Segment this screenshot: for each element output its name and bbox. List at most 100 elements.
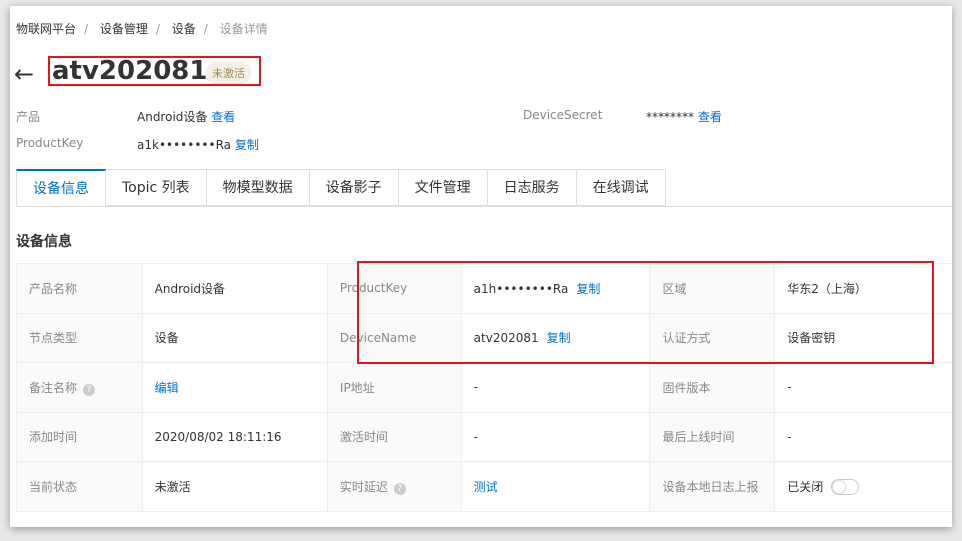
field-value-text: - <box>787 429 792 444</box>
field-label: 实时延迟? <box>326 461 462 512</box>
field-label-text: 最后上线时间 <box>662 430 735 445</box>
field-value: 设备 <box>141 312 328 363</box>
field-value: 测试 <box>460 461 651 512</box>
field-value: 设备密钥 <box>774 312 952 363</box>
table-row: 添加时间 2020/08/02 18:11:16 激活时间 - 最后上线时间 - <box>16 411 952 462</box>
field-label-text: 认证方式 <box>662 331 711 346</box>
field-value: atv202081 复制 <box>460 312 651 363</box>
field-label-text: 当前状态 <box>29 479 78 494</box>
devicesecret-label: DeviceSecret <box>523 108 603 122</box>
field-value-text: - <box>787 380 792 395</box>
tab-file-management[interactable]: 文件管理 <box>398 169 488 206</box>
field-value-text: atv202081 <box>473 331 539 346</box>
field-label: 最后上线时间 <box>649 411 776 462</box>
tab-topic-list[interactable]: Topic 列表 <box>106 169 207 206</box>
field-value: - <box>460 411 651 462</box>
section-title: 设备信息 <box>16 234 72 250</box>
tab-device-info[interactable]: 设备信息 <box>16 169 106 206</box>
field-value: Android设备 <box>141 263 328 314</box>
field-label-text: 产品名称 <box>29 281 78 296</box>
breadcrumb-device-management[interactable]: 设备管理 <box>100 22 148 36</box>
field-value-text: - <box>473 429 479 444</box>
productkey-label: ProductKey <box>16 136 84 150</box>
field-value: 编辑 <box>141 362 328 413</box>
copy-productkey-link[interactable]: 复制 <box>235 138 259 152</box>
field-label-text: 固件版本 <box>662 380 711 395</box>
field-value: 已关闭 <box>774 461 952 512</box>
field-value-text: 未激活 <box>154 479 191 494</box>
tab-bar: 设备信息 Topic 列表 物模型数据 设备影子 文件管理 日志服务 在线调试 <box>16 169 952 207</box>
page-title: atv202081 <box>52 56 208 86</box>
field-value-text: 设备 <box>154 331 179 346</box>
product-value: Android设备 查看 <box>137 108 235 125</box>
field-label-text: DeviceName <box>339 330 417 345</box>
field-label: IP地址 <box>326 362 462 413</box>
tab-device-shadow[interactable]: 设备影子 <box>309 169 399 206</box>
field-value-text: - <box>473 380 479 395</box>
field-value-text: Android设备 <box>154 281 226 296</box>
field-action-link[interactable]: 编辑 <box>155 381 179 395</box>
field-value: a1h••••••••Ra 复制 <box>460 263 651 314</box>
devicesecret-masked: ******** <box>646 110 694 124</box>
field-label: 区域 <box>649 263 776 314</box>
field-action-link[interactable]: 复制 <box>547 331 571 345</box>
view-devicesecret-link[interactable]: 查看 <box>698 110 722 124</box>
back-arrow-icon[interactable]: ← <box>14 60 34 88</box>
table-row: 产品名称 Android设备 ProductKey a1h••••••••Ra 复制 区域… <box>16 263 952 314</box>
breadcrumb-separator: / <box>203 22 208 36</box>
breadcrumb: 物联网平台 / 设备管理 / 设备 / 设备详情 <box>16 20 276 37</box>
tab-thing-model-data[interactable]: 物模型数据 <box>206 169 310 206</box>
field-value: 华东2（上海） <box>774 263 952 314</box>
field-value: - <box>774 362 952 413</box>
field-label-text: 节点类型 <box>29 331 78 346</box>
field-value-text: 设备密钥 <box>787 331 836 346</box>
field-label-text: 激活时间 <box>339 430 388 445</box>
field-label: 节点类型 <box>16 312 143 363</box>
field-value: - <box>460 362 651 413</box>
field-label-text: 设备本地日志上报 <box>662 479 759 494</box>
table-row: 节点类型 设备 DeviceName atv202081 复制 认证方式 设备密钥 <box>16 312 952 363</box>
field-value: - <box>774 411 952 462</box>
field-label-text: ProductKey <box>339 281 408 296</box>
field-label: ProductKey <box>326 263 462 314</box>
field-label: 固件版本 <box>649 362 776 413</box>
field-value: 2020/08/02 18:11:16 <box>141 411 328 462</box>
help-icon[interactable]: ? <box>83 383 96 396</box>
help-icon[interactable]: ? <box>393 482 406 495</box>
field-label-text: IP地址 <box>339 380 375 395</box>
field-label-text: 添加时间 <box>29 430 78 445</box>
table-row: 备注名称? 编辑 IP地址 - 固件版本 - <box>16 362 952 413</box>
tab-online-debug[interactable]: 在线调试 <box>576 169 666 206</box>
field-label: 产品名称 <box>16 263 143 314</box>
breadcrumb-separator: / <box>84 22 89 36</box>
field-label: 激活时间 <box>326 411 462 462</box>
field-label: 备注名称? <box>16 362 143 413</box>
breadcrumb-iot-platform[interactable]: 物联网平台 <box>16 22 76 36</box>
field-value-text: 已关闭 <box>787 479 824 494</box>
field-action-link[interactable]: 复制 <box>576 282 600 296</box>
log-report-toggle[interactable] <box>831 479 860 495</box>
field-value: 未激活 <box>141 461 328 512</box>
field-label: 当前状态 <box>16 461 143 512</box>
product-name: Android设备 <box>137 110 208 124</box>
field-label-text: 实时延迟 <box>339 479 388 494</box>
field-label: 添加时间 <box>16 411 143 462</box>
device-detail-window: 物联网平台 / 设备管理 / 设备 / 设备详情 ← atv202081 未激活 产品… <box>10 6 952 527</box>
device-info-table: 产品名称 Android设备 ProductKey a1h••••••••Ra 复制 区域… <box>16 263 952 512</box>
field-value-text: 2020/08/02 18:11:16 <box>154 429 282 444</box>
view-product-link[interactable]: 查看 <box>211 110 235 124</box>
field-label: 设备本地日志上报 <box>649 461 776 512</box>
field-label: 认证方式 <box>649 312 776 363</box>
field-label-text: 备注名称 <box>29 380 78 395</box>
devicesecret-value: ******** 查看 <box>646 108 722 125</box>
productkey-text: a1k••••••••Ra <box>137 138 231 152</box>
breadcrumb-devices[interactable]: 设备 <box>172 22 196 36</box>
field-label: DeviceName <box>326 312 462 363</box>
status-badge: 未激活 <box>206 62 251 84</box>
breadcrumb-device-detail: 设备详情 <box>219 22 268 36</box>
field-value-text: a1h••••••••Ra <box>473 281 569 296</box>
tab-log-service[interactable]: 日志服务 <box>487 169 577 206</box>
field-action-link[interactable]: 测试 <box>474 480 498 494</box>
product-label: 产品 <box>16 110 41 124</box>
productkey-value: a1k••••••••Ra 复制 <box>137 136 259 153</box>
